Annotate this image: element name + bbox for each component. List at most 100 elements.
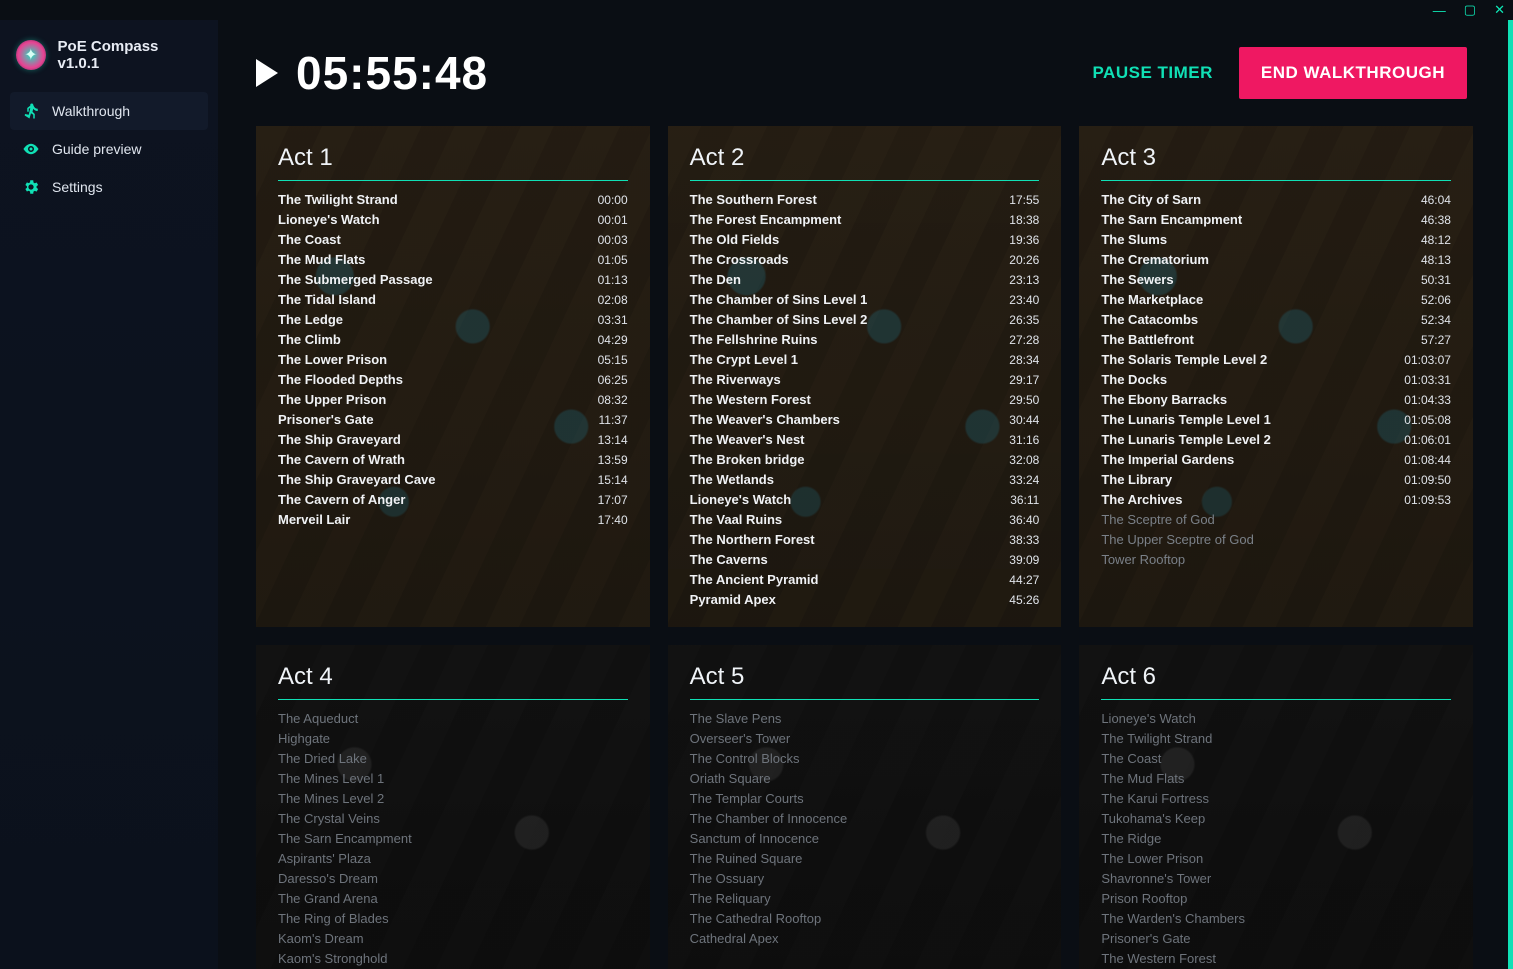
zone-row[interactable]: The Aqueduct	[278, 710, 628, 728]
zone-row[interactable]: The Chamber of Innocence	[690, 810, 1040, 828]
zone-row[interactable]: The Vaal Ruins36:40	[690, 511, 1040, 529]
zone-row[interactable]: The Dried Lake	[278, 750, 628, 768]
zone-row[interactable]: The Ossuary	[690, 870, 1040, 888]
zone-row[interactable]: Merveil Lair17:40	[278, 511, 628, 529]
zone-row[interactable]: The Twilight Strand00:00	[278, 191, 628, 209]
zone-row[interactable]: The Lunaris Temple Level 101:05:08	[1101, 411, 1451, 429]
zone-row[interactable]: Prison Rooftop	[1101, 890, 1451, 908]
zone-row[interactable]: The Mud Flats	[1101, 770, 1451, 788]
zone-row[interactable]: The Ship Graveyard Cave15:14	[278, 471, 628, 489]
zone-row[interactable]: Lioneye's Watch	[1101, 710, 1451, 728]
zone-row[interactable]: Daresso's Dream	[278, 870, 628, 888]
zone-row[interactable]: The Upper Prison08:32	[278, 391, 628, 409]
zone-row[interactable]: The Old Fields19:36	[690, 231, 1040, 249]
scrollbar[interactable]	[1508, 20, 1513, 969]
zone-row[interactable]: Prisoner's Gate	[1101, 930, 1451, 948]
zone-row[interactable]: The Cathedral Rooftop	[690, 910, 1040, 928]
window-close-button[interactable]: ✕	[1494, 2, 1505, 18]
zone-row[interactable]: The Marketplace52:06	[1101, 291, 1451, 309]
end-walkthrough-button[interactable]: END WALKTHROUGH	[1239, 47, 1467, 99]
zone-row[interactable]: Sanctum of Innocence	[690, 830, 1040, 848]
zone-row[interactable]: Highgate	[278, 730, 628, 748]
zone-row[interactable]: The Catacombs52:34	[1101, 311, 1451, 329]
zone-row[interactable]: Kaom's Stronghold	[278, 950, 628, 968]
zone-row[interactable]: The Forest Encampment18:38	[690, 211, 1040, 229]
play-icon[interactable]	[256, 59, 278, 87]
zone-row[interactable]: The Crematorium48:13	[1101, 251, 1451, 269]
zone-row[interactable]: The Ebony Barracks01:04:33	[1101, 391, 1451, 409]
zone-row[interactable]: The Cavern of Anger17:07	[278, 491, 628, 509]
zone-row[interactable]: Overseer's Tower	[690, 730, 1040, 748]
zone-row[interactable]: The Chamber of Sins Level 226:35	[690, 311, 1040, 329]
zone-row[interactable]: The Twilight Strand	[1101, 730, 1451, 748]
zone-row[interactable]: The Ruined Square	[690, 850, 1040, 868]
zone-row[interactable]: The Western Forest29:50	[690, 391, 1040, 409]
zone-row[interactable]: The Ancient Pyramid44:27	[690, 571, 1040, 589]
zone-row[interactable]: Shavronne's Tower	[1101, 870, 1451, 888]
zone-row[interactable]: The Battlefront57:27	[1101, 331, 1451, 349]
zone-row[interactable]: The Broken bridge32:08	[690, 451, 1040, 469]
zone-row[interactable]: The Lower Prison05:15	[278, 351, 628, 369]
zone-row[interactable]: The Sceptre of God	[1101, 511, 1451, 529]
zone-row[interactable]: Tukohama's Keep	[1101, 810, 1451, 828]
zone-row[interactable]: The Northern Forest38:33	[690, 531, 1040, 549]
zone-row[interactable]: The Upper Sceptre of God	[1101, 531, 1451, 549]
sidebar-item-preview[interactable]: Guide preview	[10, 130, 208, 168]
window-maximize-button[interactable]: ▢	[1464, 2, 1476, 18]
zone-row[interactable]: The Sarn Encampment	[278, 830, 628, 848]
zone-row[interactable]: The Reliquary	[690, 890, 1040, 908]
zone-row[interactable]: Lioneye's Watch36:11	[690, 491, 1040, 509]
zone-row[interactable]: The Tidal Island02:08	[278, 291, 628, 309]
zone-row[interactable]: The Coast	[1101, 750, 1451, 768]
zone-row[interactable]: The Climb04:29	[278, 331, 628, 349]
zone-row[interactable]: Prisoner's Gate11:37	[278, 411, 628, 429]
zone-row[interactable]: The Lunaris Temple Level 201:06:01	[1101, 431, 1451, 449]
sidebar-item-settings[interactable]: Settings	[10, 168, 208, 206]
zone-row[interactable]: Tower Rooftop	[1101, 551, 1451, 569]
zone-row[interactable]: Aspirants' Plaza	[278, 850, 628, 868]
zone-row[interactable]: The City of Sarn46:04	[1101, 191, 1451, 209]
zone-row[interactable]: Cathedral Apex	[690, 930, 1040, 948]
zone-row[interactable]: The Weaver's Chambers30:44	[690, 411, 1040, 429]
zone-row[interactable]: The Flooded Depths06:25	[278, 371, 628, 389]
zone-row[interactable]: Kaom's Dream	[278, 930, 628, 948]
zone-row[interactable]: The Slave Pens	[690, 710, 1040, 728]
zone-row[interactable]: The Solaris Temple Level 201:03:07	[1101, 351, 1451, 369]
zone-row[interactable]: Pyramid Apex45:26	[690, 591, 1040, 609]
zone-row[interactable]: The Ship Graveyard13:14	[278, 431, 628, 449]
zone-row[interactable]: The Coast00:03	[278, 231, 628, 249]
zone-row[interactable]: The Library01:09:50	[1101, 471, 1451, 489]
zone-row[interactable]: The Crystal Veins	[278, 810, 628, 828]
zone-row[interactable]: The Mines Level 2	[278, 790, 628, 808]
pause-timer-button[interactable]: PAUSE TIMER	[1092, 63, 1212, 83]
zone-row[interactable]: The Mines Level 1	[278, 770, 628, 788]
zone-row[interactable]: The Archives01:09:53	[1101, 491, 1451, 509]
zone-row[interactable]: The Ring of Blades	[278, 910, 628, 928]
zone-row[interactable]: The Fellshrine Ruins27:28	[690, 331, 1040, 349]
zone-row[interactable]: The Lower Prison	[1101, 850, 1451, 868]
zone-row[interactable]: The Karui Fortress	[1101, 790, 1451, 808]
zone-row[interactable]: The Templar Courts	[690, 790, 1040, 808]
zone-row[interactable]: The Ledge03:31	[278, 311, 628, 329]
zone-row[interactable]: The Docks01:03:31	[1101, 371, 1451, 389]
zone-row[interactable]: The Wetlands33:24	[690, 471, 1040, 489]
zone-row[interactable]: The Riverways29:17	[690, 371, 1040, 389]
window-minimize-button[interactable]: —	[1433, 3, 1446, 18]
zone-row[interactable]: The Ridge	[1101, 830, 1451, 848]
zone-row[interactable]: The Caverns39:09	[690, 551, 1040, 569]
zone-row[interactable]: The Crossroads20:26	[690, 251, 1040, 269]
zone-row[interactable]: The Slums48:12	[1101, 231, 1451, 249]
zone-row[interactable]: The Southern Forest17:55	[690, 191, 1040, 209]
zone-row[interactable]: The Control Blocks	[690, 750, 1040, 768]
zone-row[interactable]: Oriath Square	[690, 770, 1040, 788]
zone-row[interactable]: The Warden's Chambers	[1101, 910, 1451, 928]
zone-row[interactable]: The Sewers50:31	[1101, 271, 1451, 289]
zone-row[interactable]: The Sarn Encampment46:38	[1101, 211, 1451, 229]
zone-row[interactable]: The Weaver's Nest31:16	[690, 431, 1040, 449]
zone-row[interactable]: The Imperial Gardens01:08:44	[1101, 451, 1451, 469]
sidebar-item-walkthrough[interactable]: Walkthrough	[10, 92, 208, 130]
zone-row[interactable]: The Grand Arena	[278, 890, 628, 908]
zone-row[interactable]: The Chamber of Sins Level 123:40	[690, 291, 1040, 309]
zone-row[interactable]: The Crypt Level 128:34	[690, 351, 1040, 369]
zone-row[interactable]: The Mud Flats01:05	[278, 251, 628, 269]
